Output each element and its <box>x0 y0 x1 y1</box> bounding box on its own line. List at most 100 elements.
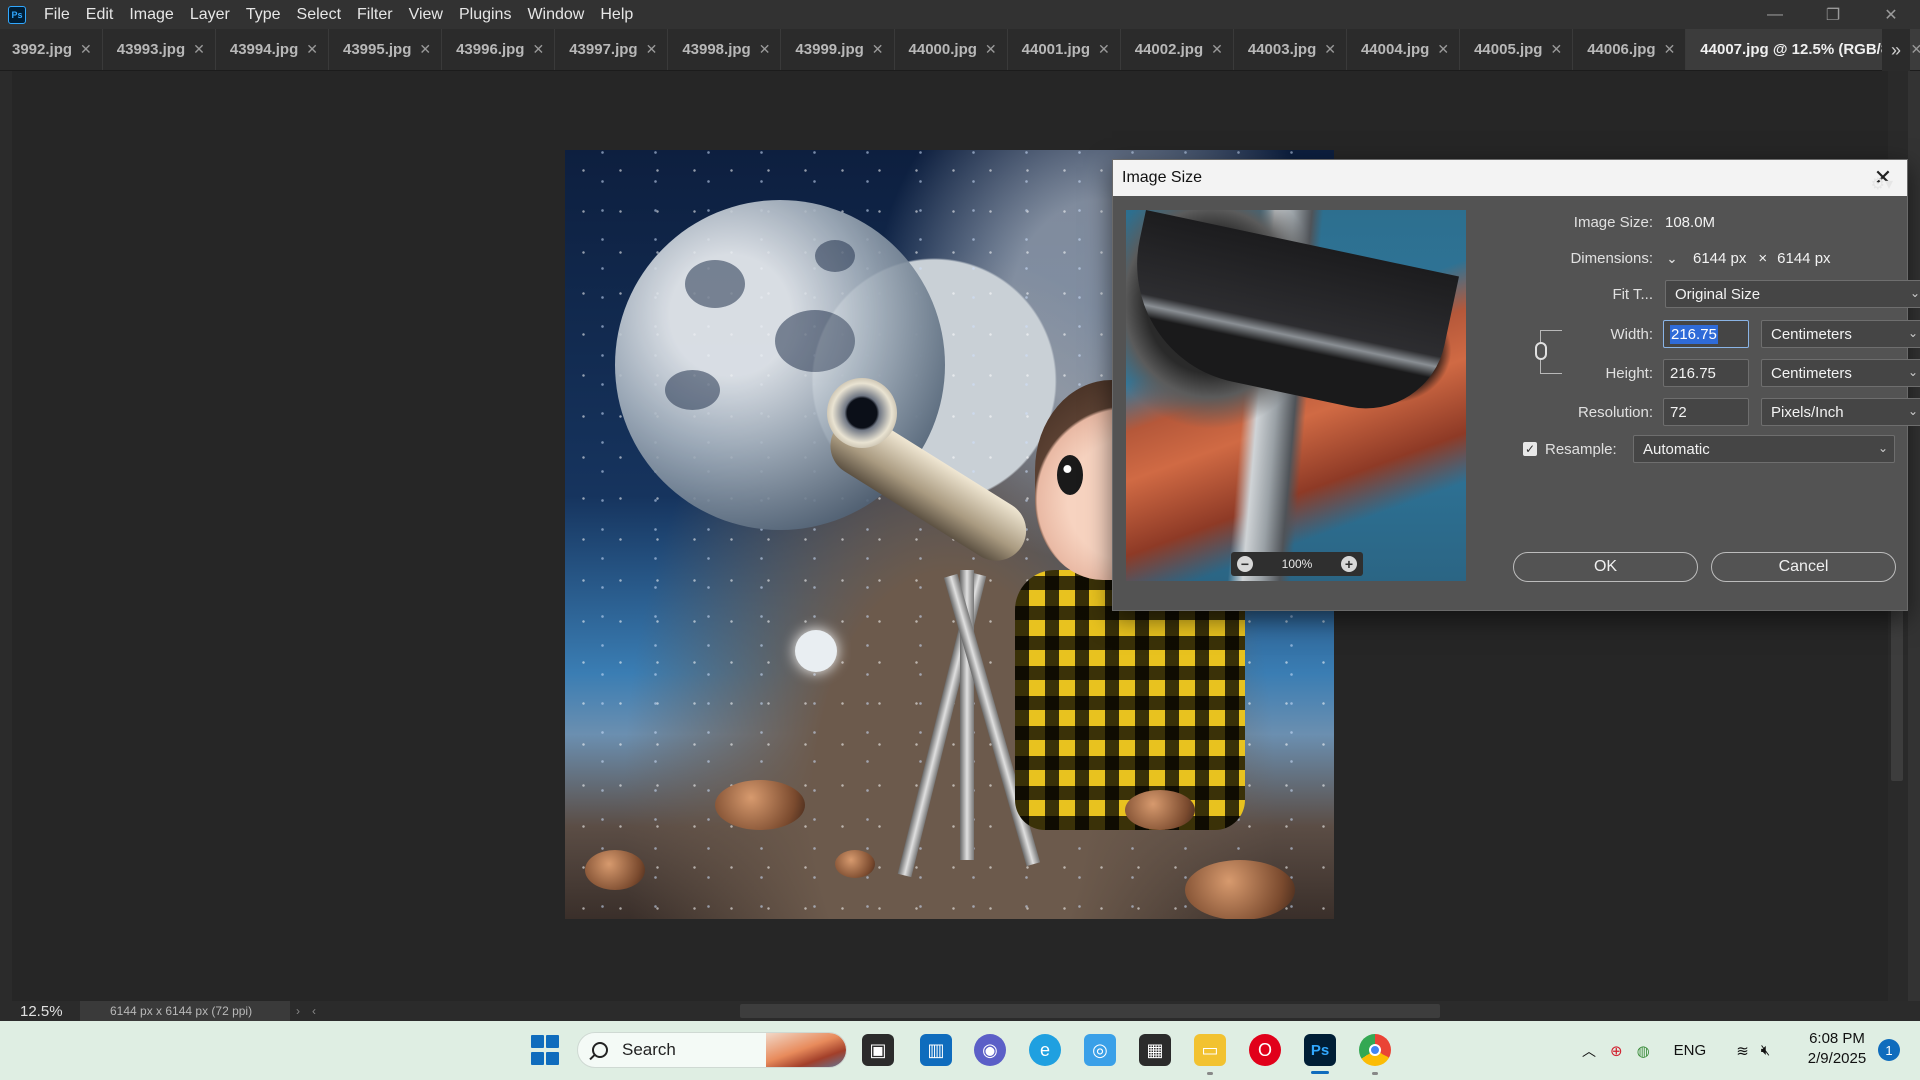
tab-43999[interactable]: 43999.jpg ✕ <box>781 29 895 70</box>
tab-43993[interactable]: 43993.jpg ✕ <box>103 29 216 70</box>
chevron-left-icon[interactable]: ‹ <box>306 1004 322 1018</box>
vertical-scroll-thumb[interactable] <box>1891 591 1903 781</box>
resample-checkbox[interactable]: ✓ <box>1523 442 1537 456</box>
chrome-browser-icon[interactable] <box>1359 1034 1391 1066</box>
image-size-label: Image Size: <box>1573 214 1653 231</box>
menu-plugins[interactable]: Plugins <box>451 0 519 29</box>
chevron-down-icon: ⌄ <box>1909 286 1920 300</box>
restore-icon[interactable]: ❐ <box>1804 0 1862 29</box>
ok-button[interactable]: OK <box>1513 552 1698 582</box>
menu-layer[interactable]: Layer <box>182 0 238 29</box>
copilot-icon[interactable]: ◎ <box>1084 1034 1116 1066</box>
globe-icon[interactable]: ◍ <box>1637 1042 1650 1060</box>
menu-image[interactable]: Image <box>121 0 181 29</box>
tab-44006[interactable]: 44006.jpg ✕ <box>1573 29 1687 70</box>
height-unit-select[interactable]: Centimeters ⌄ <box>1761 359 1920 387</box>
tab-44000[interactable]: 44000.jpg ✕ <box>895 29 1008 70</box>
close-icon[interactable]: ✕ <box>1211 41 1223 58</box>
close-icon[interactable]: ✕ <box>759 41 771 58</box>
close-icon[interactable]: ✕ <box>1324 41 1336 58</box>
volume-muted-icon[interactable]: 🔇︎ <box>1761 1042 1770 1059</box>
cancel-button[interactable]: Cancel <box>1711 552 1896 582</box>
menu-view[interactable]: View <box>401 0 451 29</box>
tab-44002[interactable]: 44002.jpg ✕ <box>1121 29 1234 70</box>
tab-43994[interactable]: 43994.jpg ✕ <box>216 29 329 70</box>
close-icon[interactable]: ✕ <box>193 41 205 58</box>
close-icon[interactable]: ✕ <box>1911 41 1920 58</box>
photoshop-logo[interactable]: Ps <box>8 5 26 24</box>
rock <box>1125 790 1195 830</box>
menu-filter[interactable]: Filter <box>349 0 401 29</box>
close-icon[interactable]: ✕ <box>532 41 544 58</box>
resolution-unit-select[interactable]: Pixels/Inch ⌄ <box>1761 398 1920 426</box>
edge-browser-icon[interactable]: e <box>1029 1034 1061 1066</box>
chevron-down-icon: ⌄ <box>1907 326 1918 340</box>
menu-file[interactable]: File <box>36 0 78 29</box>
file-explorer-icon[interactable]: ▭ <box>1194 1034 1226 1066</box>
rock <box>1185 860 1295 919</box>
link-icon[interactable] <box>1535 342 1547 360</box>
store-icon[interactable]: ▦ <box>1139 1034 1171 1066</box>
width-input[interactable]: 216.75 <box>1663 320 1749 348</box>
dimensions-chevron-icon[interactable]: ⌄ <box>1665 251 1679 266</box>
close-icon[interactable]: ✕ <box>985 41 997 58</box>
tab-43995[interactable]: 43995.jpg ✕ <box>329 29 443 70</box>
close-icon[interactable]: ✕ <box>646 41 658 58</box>
tab-43997[interactable]: 43997.jpg ✕ <box>555 29 669 70</box>
zoom-out-icon[interactable]: − <box>1237 556 1253 572</box>
close-icon[interactable]: ✕ <box>1664 41 1676 58</box>
tab-44003[interactable]: 44003.jpg ✕ <box>1234 29 1347 70</box>
menu-help[interactable]: Help <box>592 0 641 29</box>
more-tabs-icon[interactable]: » <box>1882 29 1910 71</box>
tab-43998[interactable]: 43998.jpg ✕ <box>668 29 782 70</box>
tab-44004[interactable]: 44004.jpg ✕ <box>1347 29 1461 70</box>
panel-edge <box>1908 71 1920 1001</box>
tab-44005[interactable]: 44005.jpg ✕ <box>1460 29 1574 70</box>
menu-type[interactable]: Type <box>238 0 289 29</box>
zoom-level[interactable]: 12.5% <box>0 1003 80 1020</box>
photoshop-taskbar-icon[interactable]: Ps <box>1304 1034 1336 1066</box>
close-icon[interactable]: ✕ <box>419 41 431 58</box>
tab-3992[interactable]: 3992.jpg ✕ <box>0 29 103 70</box>
chevron-right-icon[interactable]: › <box>290 1004 306 1018</box>
windows-start-icon[interactable] <box>529 1034 561 1066</box>
menu-select[interactable]: Select <box>289 0 349 29</box>
clock-date: 2/9/2025 <box>1807 1050 1867 1067</box>
taskbar-search[interactable]: Search <box>577 1032 847 1068</box>
close-icon[interactable]: ✕ <box>872 41 884 58</box>
gear-icon[interactable]: ⚙▾ <box>1871 174 1893 194</box>
resolution-label: Resolution: <box>1577 403 1653 421</box>
close-icon[interactable]: ✕ <box>1550 41 1562 58</box>
clock[interactable]: 6:08 PM 2/9/2025 <box>1797 1029 1877 1069</box>
chevron-up-icon[interactable]: ︿ <box>1582 1041 1596 1061</box>
notification-badge[interactable]: 1 <box>1878 1039 1900 1061</box>
width-unit-select[interactable]: Centimeters ⌄ <box>1761 320 1920 348</box>
dialog-title-bar[interactable]: Image Size ✕ <box>1113 160 1907 196</box>
document-info[interactable]: 6144 px x 6144 px (72 ppi) <box>80 1001 290 1021</box>
close-window-icon[interactable]: ✕ <box>1862 0 1920 29</box>
wifi-icon[interactable]: ≋ <box>1736 1042 1749 1060</box>
tab-43996[interactable]: 43996.jpg ✕ <box>442 29 556 70</box>
chat-icon[interactable]: ◉ <box>974 1034 1006 1066</box>
close-icon[interactable]: ✕ <box>306 41 318 58</box>
tab-44001[interactable]: 44001.jpg ✕ <box>1008 29 1121 70</box>
security-icon[interactable]: ⊕ <box>1610 1042 1623 1060</box>
opera-browser-icon[interactable]: O <box>1249 1034 1281 1066</box>
fit-to-select[interactable]: Original Size ⌄ <box>1665 280 1920 308</box>
document-tab-bar: 3992.jpg ✕ 43993.jpg ✕ 43994.jpg ✕ 43995.jp… <box>0 29 1920 71</box>
height-input[interactable]: 216.75 <box>1663 359 1749 387</box>
menu-window[interactable]: Window <box>519 0 592 29</box>
resample-select[interactable]: Automatic ⌄ <box>1633 435 1895 463</box>
language-indicator[interactable]: ENG <box>1674 1042 1707 1059</box>
minimize-icon[interactable]: — <box>1746 0 1804 29</box>
task-view-icon[interactable]: ▣ <box>862 1034 894 1066</box>
zoom-in-icon[interactable]: + <box>1340 556 1357 572</box>
menu-edit[interactable]: Edit <box>78 0 122 29</box>
close-icon[interactable]: ✕ <box>80 41 92 58</box>
close-icon[interactable]: ✕ <box>1437 41 1449 58</box>
widgets-icon[interactable]: ▥ <box>920 1034 952 1066</box>
resolution-input[interactable]: 72 <box>1663 398 1749 426</box>
close-icon[interactable]: ✕ <box>1098 41 1110 58</box>
image-preview[interactable]: − 100% + <box>1126 210 1466 581</box>
horizontal-scroll-thumb[interactable] <box>740 1004 1440 1018</box>
